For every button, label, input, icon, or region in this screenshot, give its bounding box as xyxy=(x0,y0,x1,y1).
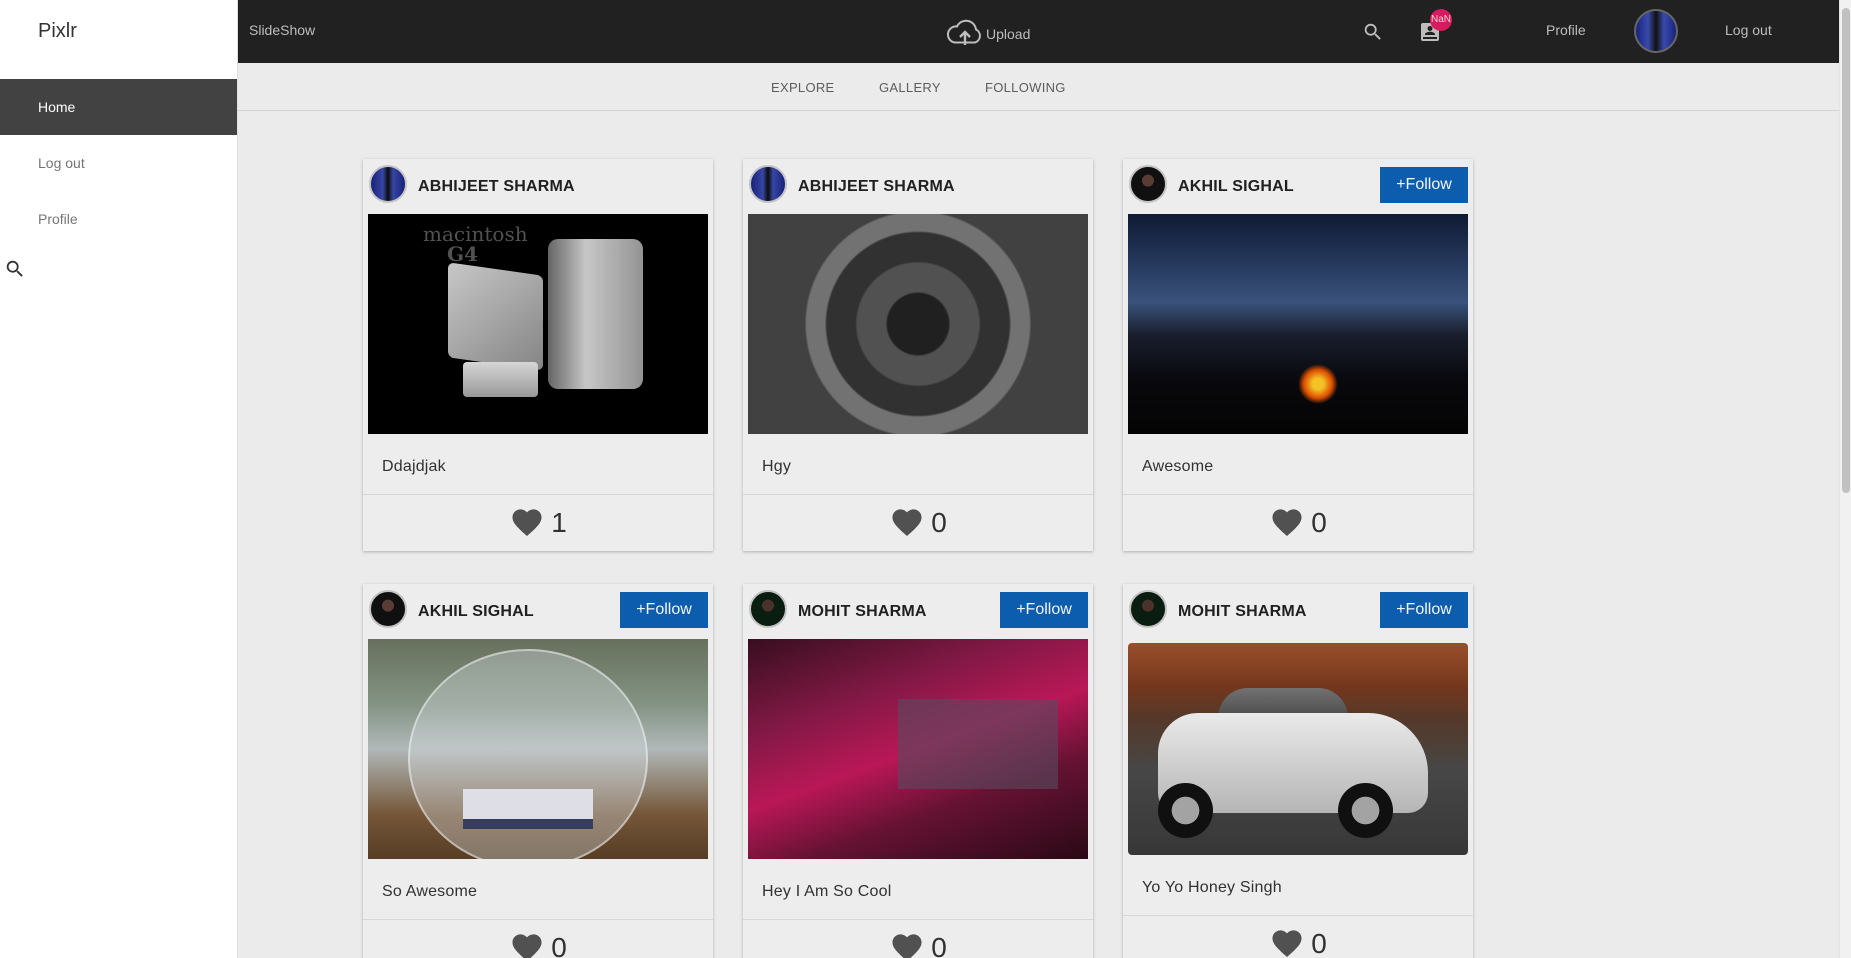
post-username[interactable]: ABHIJEET SHARMA xyxy=(798,178,955,196)
like-row: 0 xyxy=(743,495,1093,551)
like-count: 0 xyxy=(1311,507,1327,538)
post-caption: Hey I Am So Cool xyxy=(743,859,1093,920)
heart-icon[interactable] xyxy=(1269,505,1305,542)
like-count: 0 xyxy=(551,932,567,958)
like-row: 0 xyxy=(743,920,1093,958)
heart-icon[interactable] xyxy=(889,505,925,542)
like-row: 0 xyxy=(1123,916,1473,958)
post-image[interactable] xyxy=(1128,214,1468,434)
post-image[interactable] xyxy=(748,639,1088,859)
tab-bar: EXPLORE GALLERY FOLLOWING xyxy=(238,63,1839,111)
post-caption: Yo Yo Honey Singh xyxy=(1123,855,1473,916)
post-caption: So Awesome xyxy=(363,859,713,920)
avatar[interactable] xyxy=(1634,9,1678,53)
top-app-bar: SlideShow Upload NaN Profile Log out xyxy=(238,0,1851,63)
mac-logo-text: macintosh G4 xyxy=(423,222,528,266)
page-scrollbar[interactable] xyxy=(1839,0,1851,958)
heart-icon[interactable] xyxy=(509,930,545,958)
brand-logo[interactable]: Pixlr xyxy=(38,20,77,43)
scrollbar-thumb[interactable] xyxy=(1842,8,1850,493)
sidebar: Pixlr Home Log out Profile xyxy=(0,0,238,958)
tab-following[interactable]: FOLLOWING xyxy=(985,80,1066,95)
post-card: AKHIL SIGHAL +Follow So Awesome 0 xyxy=(363,584,713,958)
sidebar-item-logout[interactable]: Log out xyxy=(0,135,237,191)
post-username[interactable]: ABHIJEET SHARMA xyxy=(418,178,575,196)
post-username[interactable]: MOHIT SHARMA xyxy=(1178,603,1307,621)
user-avatar[interactable] xyxy=(369,165,407,203)
post-caption: Awesome xyxy=(1123,434,1473,495)
post-caption: Ddajdjak xyxy=(363,434,713,495)
post-image[interactable] xyxy=(368,639,708,859)
like-row: 0 xyxy=(363,920,713,958)
like-count: 0 xyxy=(931,507,947,538)
follow-button[interactable]: +Follow xyxy=(1380,167,1468,203)
tab-gallery[interactable]: GALLERY xyxy=(879,80,941,95)
follow-button[interactable]: +Follow xyxy=(1380,592,1468,628)
post-card: ABHIJEET SHARMA Hgy 0 xyxy=(743,159,1093,551)
cloud-upload-icon xyxy=(946,17,984,50)
user-avatar[interactable] xyxy=(369,590,407,628)
logout-link[interactable]: Log out xyxy=(1725,22,1772,38)
upload-button[interactable]: Upload xyxy=(946,14,1030,50)
heart-icon[interactable] xyxy=(889,930,925,958)
notification-badge: NaN xyxy=(1430,9,1452,31)
follow-button[interactable]: +Follow xyxy=(620,592,708,628)
post-image[interactable] xyxy=(748,214,1088,434)
user-avatar[interactable] xyxy=(1129,165,1167,203)
post-card: MOHIT SHARMA +Follow Hey I Am So Cool 0 xyxy=(743,584,1093,958)
like-row: 1 xyxy=(363,495,713,551)
profile-link[interactable]: Profile xyxy=(1546,22,1586,38)
post-image[interactable] xyxy=(1128,643,1468,855)
post-card: ABHIJEET SHARMA macintosh G4 Ddajdjak 1 xyxy=(363,159,713,551)
post-image[interactable]: macintosh G4 xyxy=(368,214,708,434)
sidebar-item-home[interactable]: Home xyxy=(0,79,237,135)
like-count: 0 xyxy=(1311,928,1327,958)
post-username[interactable]: AKHIL SIGHAL xyxy=(1178,178,1294,196)
user-avatar[interactable] xyxy=(749,165,787,203)
user-avatar[interactable] xyxy=(749,590,787,628)
user-avatar[interactable] xyxy=(1129,590,1167,628)
search-icon[interactable] xyxy=(1362,21,1384,46)
like-count: 0 xyxy=(931,932,947,958)
like-count: 1 xyxy=(551,507,567,538)
post-username[interactable]: AKHIL SIGHAL xyxy=(418,603,534,621)
post-card: AKHIL SIGHAL +Follow Awesome 0 xyxy=(1123,159,1473,551)
search-icon[interactable] xyxy=(4,258,26,285)
post-username[interactable]: MOHIT SHARMA xyxy=(798,603,927,621)
sidebar-item-profile[interactable]: Profile xyxy=(0,191,237,247)
post-caption: Hgy xyxy=(743,434,1093,495)
post-card: MOHIT SHARMA +Follow Yo Yo Honey Singh 0 xyxy=(1123,584,1473,958)
heart-icon[interactable] xyxy=(509,505,545,542)
like-row: 0 xyxy=(1123,495,1473,551)
follow-button[interactable]: +Follow xyxy=(1000,592,1088,628)
heart-icon[interactable] xyxy=(1269,926,1305,958)
slideshow-link[interactable]: SlideShow xyxy=(249,22,315,38)
upload-label: Upload xyxy=(986,25,1031,42)
tab-explore[interactable]: EXPLORE xyxy=(771,80,835,95)
